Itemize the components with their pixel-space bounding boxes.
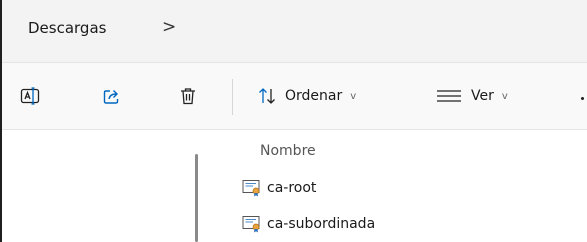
address-bar[interactable]: Descargas >	[2, 0, 587, 63]
command-bar: Ordenar v Ver v	[2, 63, 587, 130]
file-pane: Nombre ca-root ca-subordinada	[2, 130, 587, 242]
column-header-name[interactable]: Nombre	[260, 143, 316, 159]
file-item[interactable]: ca-root	[242, 176, 316, 200]
view-button[interactable]: Ver v	[436, 63, 508, 129]
certificate-icon	[242, 216, 260, 233]
sort-arrows-icon	[259, 88, 275, 104]
breadcrumb-chevron-icon[interactable]: >	[162, 17, 176, 37]
sort-label: Ordenar	[285, 88, 343, 104]
share-icon	[103, 90, 119, 104]
share-button[interactable]	[102, 63, 122, 129]
file-item[interactable]: ca-subordinada	[242, 212, 375, 236]
rename-icon	[20, 87, 40, 105]
trash-icon	[181, 88, 195, 105]
view-lines-icon	[437, 90, 461, 102]
chevron-down-icon: v	[501, 90, 508, 102]
more-options-icon[interactable]	[581, 97, 584, 100]
view-label: Ver	[471, 88, 494, 104]
rename-button[interactable]	[20, 63, 40, 129]
breadcrumb-descargas[interactable]: Descargas	[28, 19, 106, 37]
navigation-scrollbar[interactable]	[195, 154, 198, 242]
file-name: ca-root	[267, 180, 317, 196]
toolbar-divider	[232, 79, 233, 115]
delete-button[interactable]	[178, 63, 198, 129]
certificate-icon	[242, 180, 260, 197]
chevron-down-icon: v	[350, 90, 357, 102]
file-name: ca-subordinada	[267, 216, 376, 232]
sort-button[interactable]: Ordenar v	[258, 63, 356, 129]
